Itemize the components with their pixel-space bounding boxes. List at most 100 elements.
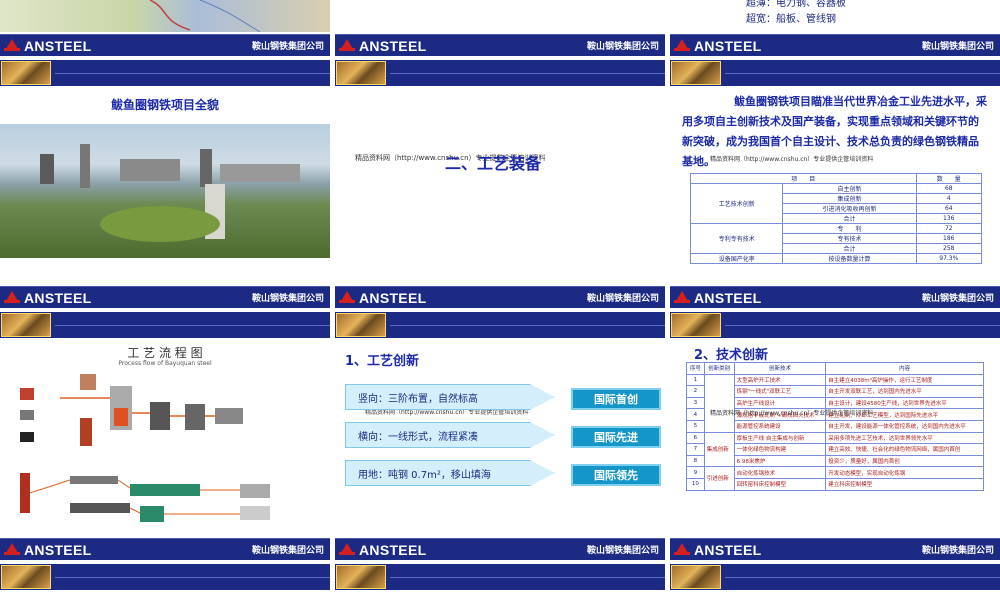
table-cell: 专 利 <box>782 223 917 234</box>
ansteel-logo: ANSTEEL <box>4 290 91 306</box>
table-cell: 回转窑科床控制模型 <box>733 477 827 491</box>
innovation-label: 横向：一线形式，流程紧凑 <box>358 431 478 443</box>
plant-photo <box>0 124 330 258</box>
table-cell: 8 <box>686 454 705 468</box>
slide-9: 2、技术创新 序号 创新类别 创新技术 内容 1 大型高炉开工技术 自主建立4038m³高… <box>670 312 1000 560</box>
table-cell: 6.98米焦炉 <box>733 454 827 468</box>
table-cell: 按设备数量计算 <box>782 253 917 264</box>
table-cell: 建立科床控制模型 <box>825 477 984 491</box>
header-thumbnail <box>671 313 721 337</box>
table-header: 内容 <box>825 362 984 375</box>
slide-10 <box>0 564 330 600</box>
table-cell: 自主建立4038m³高炉操作，运行工艺制度 <box>825 373 984 387</box>
header-thumbnail <box>1 565 51 589</box>
ansteel-logo: ANSTEEL <box>674 38 761 54</box>
table-cell: 自主开发双联工艺，达到国内先进水平 <box>825 385 984 398</box>
table-cell: 3 <box>686 396 705 410</box>
ansteel-mark-icon <box>674 290 690 305</box>
table-cell: 5 <box>686 419 705 433</box>
table-cell: 258 <box>915 243 983 254</box>
ansteel-logo: ANSTEEL <box>339 38 426 54</box>
process-flow-diagram <box>20 374 270 522</box>
slide-6: 鲅鱼圈钢铁项目瞄准当代世界冶金工业先进水平，采用多项自主创新技术及国产装备，实现… <box>670 60 1000 308</box>
slide-2: ANSTEEL 鞍山钢铁集团公司 <box>335 0 665 56</box>
slide-7: 工 艺 流 程 图 Process flow of Bayuquan steel… <box>0 312 330 560</box>
table-cell: 97.3% <box>915 253 983 264</box>
header-thumbnail <box>336 565 386 589</box>
table-cell: 大型高炉开工技术 <box>733 373 827 387</box>
table-cell: 6 <box>686 431 705 445</box>
ansteel-logo: ANSTEEL <box>4 542 91 558</box>
table-cell <box>703 373 735 433</box>
header-thumbnail <box>336 313 386 337</box>
group-cell: 设备国产化率 <box>689 253 784 264</box>
group-cell: 工艺技术创新 <box>689 183 784 224</box>
table-cell: 采用多项先进工艺技术，达到世界领先水平 <box>825 431 984 445</box>
table-cell: 72 <box>915 223 983 234</box>
table-cell: 10 <box>686 477 705 491</box>
table-header: 创新类别 <box>703 362 735 375</box>
stats-table: 项 目数 量 工艺技术创新 自主创新 68 集成创新 4 引进消化吸收再创新 64 合计… <box>689 173 983 264</box>
ansteel-mark-icon <box>339 290 355 305</box>
table-cell: 136 <box>915 213 983 224</box>
innovation-badge: 国际先进 <box>571 426 661 448</box>
company-name: 鞍山钢铁集团公司 <box>251 42 324 52</box>
section-title: 二、工艺装备 <box>445 154 542 173</box>
table-cell: 9 <box>686 466 705 479</box>
company-name: 鞍山钢铁集团公司 <box>586 42 659 52</box>
table-cell: 集成创新 <box>782 193 917 204</box>
innovation-label: 竖向：三阶布置，自然标高 <box>358 393 478 405</box>
ansteel-logo: ANSTEEL <box>674 290 761 306</box>
table-cell: 自主创新 <box>782 183 917 194</box>
flow-subtitle: Process flow of Bayuquan steel <box>118 360 212 367</box>
ansteel-logo: ANSTEEL <box>339 290 426 306</box>
table-cell: 64 <box>915 203 983 214</box>
header-thumbnail <box>336 61 386 85</box>
ansteel-logo: ANSTEEL <box>674 542 761 558</box>
ansteel-mark-icon <box>4 290 20 305</box>
table-cell: 合计 <box>782 213 917 224</box>
table-cell: 建立高效、快捷、社会化的绿色物流网络，属国内首创 <box>825 443 984 456</box>
table-cell: 厚板生产线 自主集成与创新 <box>733 431 827 445</box>
company-name: 鞍山钢铁集团公司 <box>251 546 324 556</box>
table-cell: 投资少，质量好，属国内首创 <box>825 454 984 468</box>
company-name: 鞍山钢铁集团公司 <box>921 294 994 304</box>
group-cell: 专利专有技术 <box>689 223 784 254</box>
table-cell: 炼钢"一线式"双联工艺 <box>733 385 827 398</box>
table-cell: 开发动态模型，实现自动化炼钢 <box>825 466 984 479</box>
innovation-badge: 国际首创 <box>571 388 661 410</box>
ansteel-mark-icon <box>339 38 355 53</box>
table-cell: 1 <box>686 373 705 387</box>
table-cell: 一体化绿色物流构建 <box>733 443 827 456</box>
slide-4: 鲅鱼圈钢铁项目全貌 ANSTEEL 鞍山钢铁集团公司 <box>0 60 330 308</box>
header-thumbnail <box>671 565 721 589</box>
ansteel-mark-icon <box>4 542 20 557</box>
company-name: 鞍山钢铁集团公司 <box>586 546 659 556</box>
table-cell: 引进创新 <box>703 466 735 491</box>
table-cell: 4 <box>686 408 705 421</box>
slide-5: 精品资料网（http://www.cnshu.cn）专业提供企管培训资料 二、工… <box>335 60 665 308</box>
map-image <box>0 0 330 33</box>
table-cell: 68 <box>915 183 983 194</box>
company-name: 鞍山钢铁集团公司 <box>251 294 324 304</box>
ansteel-logo: ANSTEEL <box>339 542 426 558</box>
header-thumbnail <box>1 313 51 337</box>
innovation-label: 用地：吨钢 0.7m²，移山填海 <box>358 469 491 481</box>
section-heading: 2、技术创新 <box>694 348 769 363</box>
table-cell: 4 <box>915 193 983 204</box>
slide-11 <box>335 564 665 600</box>
flow-title: 工 艺 流 程 图 <box>127 346 203 360</box>
table-cell: 自主开发，建设能源一体化管控系统，达到国内先进水平 <box>825 419 984 433</box>
slide-1: ANSTEEL 鞍山钢铁集团公司 <box>0 0 330 56</box>
ansteel-mark-icon <box>674 38 690 53</box>
ansteel-logo: ANSTEEL <box>4 38 91 54</box>
section-heading: 1、工艺创新 <box>345 354 420 369</box>
company-name: 鞍山钢铁集团公司 <box>921 42 994 52</box>
header-thumbnail <box>671 61 721 85</box>
table-cell: 专有技术 <box>782 233 917 244</box>
watermark: 精品资料网（http://www.cnshu.cn）专业提供企管培训资料 <box>710 410 874 417</box>
ansteel-mark-icon <box>674 542 690 557</box>
slide3-line2: 超宽：船板、管线钢 <box>746 14 836 25</box>
table-cell: 合计 <box>782 243 917 254</box>
table-cell: 2 <box>686 385 705 398</box>
